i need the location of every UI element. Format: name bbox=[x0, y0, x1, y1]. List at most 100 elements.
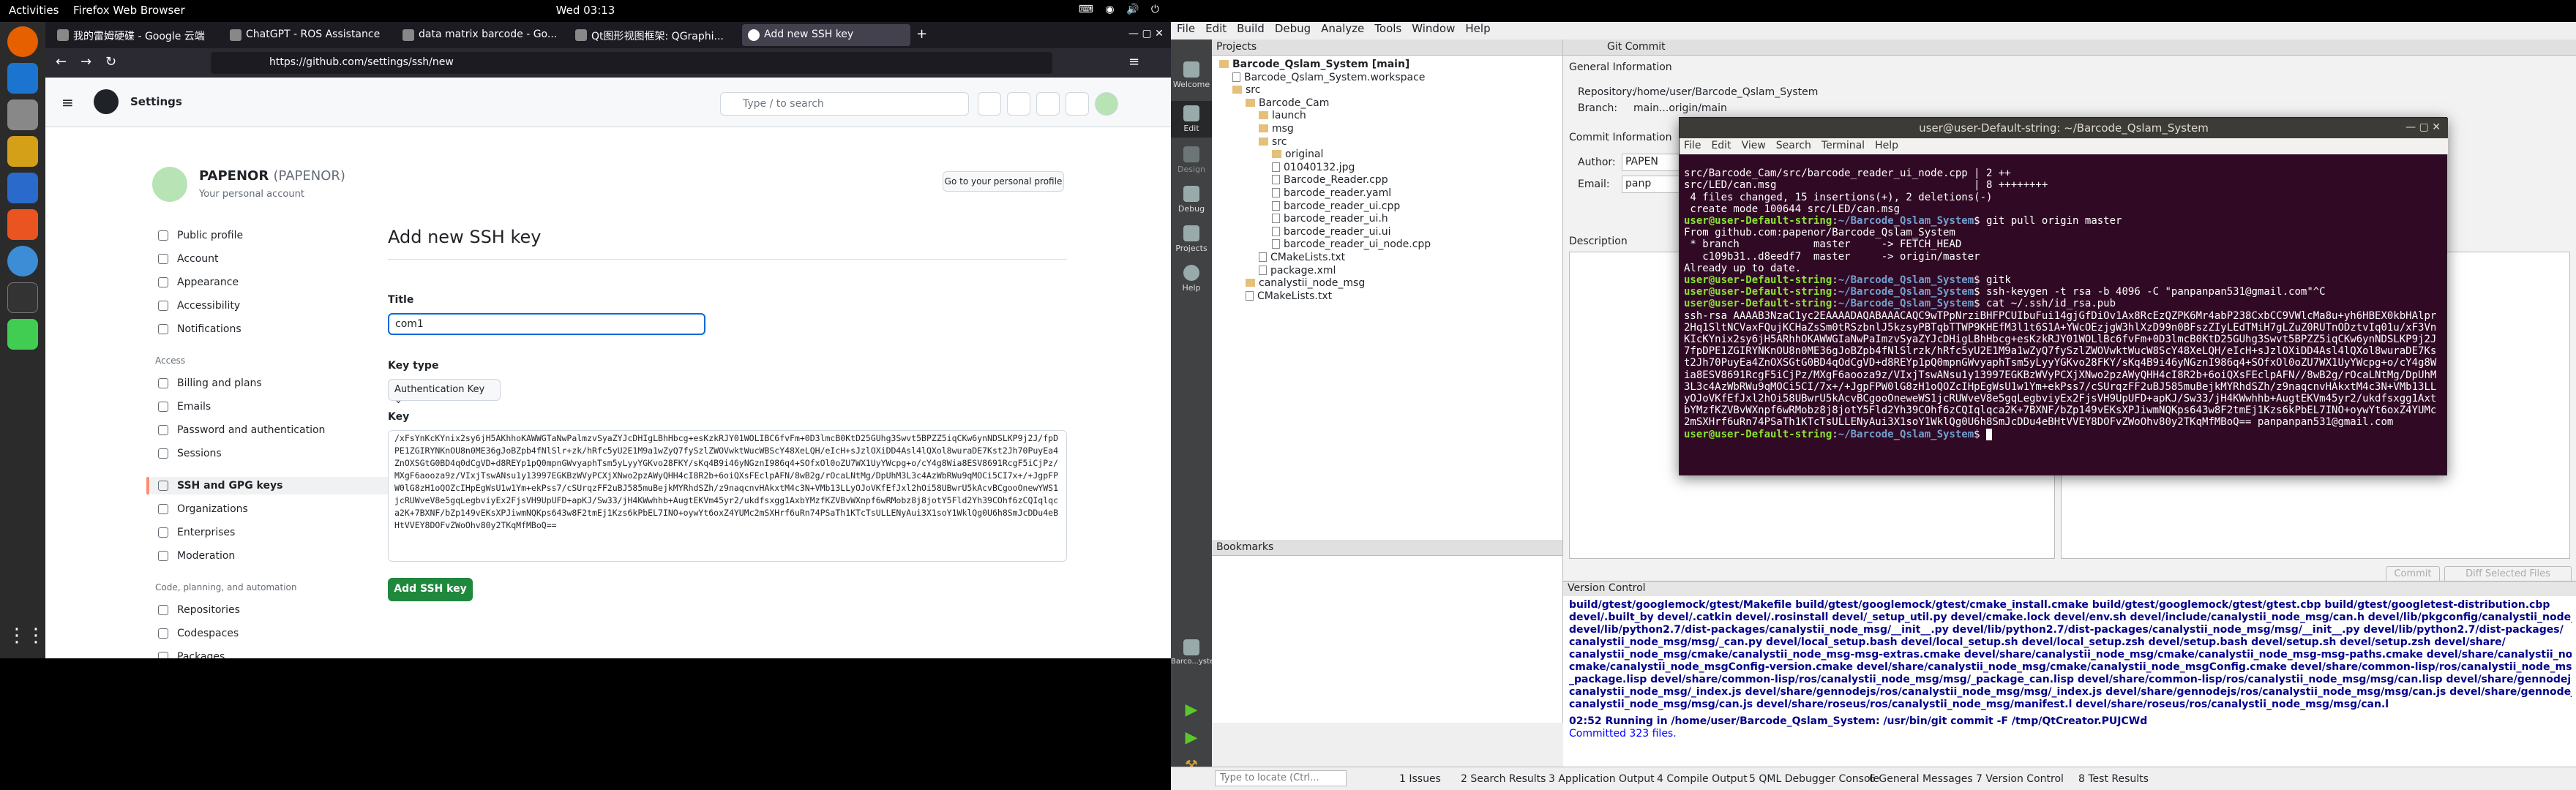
sidebar-item-ssh-gpg[interactable]: SSH and GPG keys bbox=[155, 480, 282, 492]
menu-help[interactable]: Help bbox=[1465, 22, 1490, 35]
show-apps-icon[interactable]: ⋮⋮ bbox=[7, 625, 45, 655]
new-tab-icon[interactable]: + bbox=[916, 26, 927, 42]
run-icon[interactable]: ▶ bbox=[1171, 701, 1212, 719]
tree-item[interactable]: src bbox=[1259, 136, 1287, 148]
help-icon[interactable] bbox=[7, 246, 38, 276]
system-tray-icons[interactable]: ⌨ ◉ 🔊 ⏻ bbox=[1079, 4, 1164, 15]
forward-icon[interactable]: → bbox=[80, 54, 91, 69]
sidebar-item-billing[interactable]: Billing and plans⌄ bbox=[155, 377, 427, 389]
term-menu-search[interactable]: Search bbox=[1776, 140, 1811, 151]
status-qml-console[interactable]: 5 QML Debugger Console bbox=[1749, 773, 1879, 785]
status-search-results[interactable]: 2 Search Results bbox=[1461, 773, 1546, 785]
tree-item[interactable]: CMakeLists.txt bbox=[1259, 252, 1345, 263]
menu-window[interactable]: Window bbox=[1412, 22, 1455, 35]
pulls-icon[interactable] bbox=[1036, 92, 1060, 116]
mode-edit[interactable]: Edit bbox=[1171, 101, 1212, 138]
qtcreator-icon[interactable] bbox=[7, 319, 38, 350]
tree-item[interactable]: Barcode_Cam bbox=[1246, 97, 1329, 109]
tree-item[interactable]: barcode_reader.yaml bbox=[1272, 187, 1391, 199]
sidebar-item-sessions[interactable]: Sessions bbox=[155, 448, 222, 459]
rhythmbox-icon[interactable] bbox=[7, 136, 38, 167]
terminal-icon[interactable] bbox=[7, 282, 38, 313]
tree-item[interactable]: barcode_reader_ui.ui bbox=[1272, 226, 1391, 238]
title-input[interactable]: com1 bbox=[388, 313, 705, 335]
locate-input[interactable]: Type to locate (Ctrl... bbox=[1215, 770, 1347, 786]
status-issues[interactable]: 1 Issues bbox=[1399, 773, 1441, 785]
key-type-select[interactable]: Authentication Key ⌄ bbox=[388, 379, 501, 406]
tree-item[interactable]: package.xml bbox=[1259, 265, 1336, 276]
github-logo-icon[interactable] bbox=[94, 89, 119, 114]
firefox-icon[interactable] bbox=[7, 26, 38, 57]
terminal-output[interactable]: src/Barcode_Cam/src/barcode_reader_ui_no… bbox=[1684, 156, 2442, 470]
kit-selector[interactable]: Barco...ystem bbox=[1171, 639, 1221, 666]
menu-build[interactable]: Build bbox=[1237, 22, 1265, 35]
status-test-results[interactable]: 8 Test Results bbox=[2078, 773, 2149, 785]
tab-google-search[interactable]: data matrix barcode - Go... bbox=[397, 24, 565, 46]
tree-item[interactable]: launch bbox=[1259, 110, 1306, 121]
tree-item[interactable]: CMakeLists.txt bbox=[1246, 290, 1332, 302]
tree-item[interactable]: canalystii_node_msg bbox=[1246, 277, 1365, 289]
user-avatar-icon[interactable] bbox=[1095, 92, 1118, 116]
menu-debug[interactable]: Debug bbox=[1275, 22, 1311, 35]
sidebar-item-account[interactable]: Account bbox=[155, 253, 219, 265]
email-input[interactable]: panp bbox=[1622, 176, 1688, 193]
tree-item[interactable]: Barcode_Reader.cpp bbox=[1272, 174, 1388, 186]
files-icon[interactable] bbox=[7, 99, 38, 130]
debug-run-icon[interactable]: ▶ bbox=[1171, 729, 1212, 747]
sidebar-item-repositories[interactable]: Repositories bbox=[155, 604, 240, 616]
tree-item[interactable]: barcode_reader_ui.cpp bbox=[1272, 200, 1400, 212]
tree-item[interactable]: Barcode_Qslam_System.workspace bbox=[1232, 72, 1425, 83]
diff-selected-button[interactable]: Diff Selected Files bbox=[2444, 566, 2572, 582]
tree-item[interactable]: barcode_reader_ui.h bbox=[1272, 213, 1388, 225]
mode-design[interactable]: Design bbox=[1171, 146, 1212, 174]
sidebar-item-codespaces[interactable]: Codespaces bbox=[155, 628, 239, 639]
plus-icon[interactable] bbox=[978, 92, 1001, 116]
menu-tools[interactable]: Tools bbox=[1374, 22, 1401, 35]
tree-item[interactable]: src bbox=[1232, 84, 1260, 96]
tree-item[interactable]: Barcode_Qslam_System [main] bbox=[1219, 59, 1409, 70]
search-input[interactable]: Type / to search bbox=[720, 92, 969, 116]
add-ssh-key-button[interactable]: Add SSH key bbox=[388, 578, 473, 601]
mode-welcome[interactable]: Welcome bbox=[1171, 61, 1212, 89]
tab-qt-docs[interactable]: Qt图形视图框架: QGraphi... bbox=[569, 24, 738, 46]
tree-item[interactable]: original bbox=[1272, 148, 1323, 160]
term-menu-help[interactable]: Help bbox=[1875, 140, 1898, 151]
tab-add-ssh-key[interactable]: Add new SSH key bbox=[742, 24, 910, 46]
term-menu-view[interactable]: View bbox=[1742, 140, 1766, 151]
writer-icon[interactable] bbox=[7, 173, 38, 203]
author-input[interactable]: PAPEN bbox=[1622, 154, 1688, 171]
thunderbird-icon[interactable] bbox=[7, 63, 38, 94]
sidebar-item-appearance[interactable]: Appearance bbox=[155, 276, 239, 288]
mode-help[interactable]: Help bbox=[1171, 265, 1212, 293]
sidebar-item-password[interactable]: Password and authentication bbox=[155, 424, 325, 436]
inbox-icon[interactable] bbox=[1066, 92, 1089, 116]
terminal-title[interactable]: user@user-Default-string: ~/Barcode_Qsla… bbox=[1680, 118, 2448, 138]
tree-item[interactable]: 01040132.jpg bbox=[1272, 162, 1355, 173]
tree-item[interactable]: msg bbox=[1259, 123, 1294, 135]
hamburger-icon[interactable]: ≡ bbox=[61, 94, 74, 111]
commit-button[interactable]: Commit bbox=[2386, 566, 2440, 582]
terminal-close-icon[interactable]: — ▢ ✕ bbox=[2405, 121, 2441, 133]
software-icon[interactable] bbox=[7, 209, 38, 240]
term-menu-file[interactable]: File bbox=[1684, 140, 1701, 151]
key-textarea[interactable]: /xFsYnKcKYnix2sy6jH5AKhhoKAWWGTaNwPalmzv… bbox=[388, 430, 1067, 562]
status-version-control[interactable]: 7 Version Control bbox=[1976, 773, 2064, 785]
back-icon[interactable]: ← bbox=[56, 54, 67, 69]
status-app-output[interactable]: 3 Application Output bbox=[1549, 773, 1655, 785]
mode-projects[interactable]: Projects bbox=[1171, 225, 1212, 253]
sidebar-item-notifications[interactable]: Notifications bbox=[155, 323, 242, 335]
clock[interactable]: Wed 03:13 bbox=[0, 4, 1171, 17]
tab-chatgpt[interactable]: ChatGPT - ROS Assistance bbox=[224, 24, 392, 46]
term-menu-edit[interactable]: Edit bbox=[1711, 140, 1731, 151]
go-profile-button[interactable]: Go to your personal profile bbox=[943, 171, 1064, 192]
mode-debug[interactable]: Debug bbox=[1171, 186, 1212, 214]
issues-icon[interactable] bbox=[1007, 92, 1030, 116]
tab-google-drive[interactable]: 我的雷姆硬碟 - Google 云端 bbox=[51, 24, 220, 46]
menu-file[interactable]: File bbox=[1177, 22, 1195, 35]
sidebar-item-packages[interactable]: Packages bbox=[155, 651, 225, 658]
status-compile-output[interactable]: 4 Compile Output bbox=[1657, 773, 1748, 785]
menu-icon[interactable]: ≡ bbox=[1128, 54, 1139, 69]
window-controls-icon[interactable]: — ▢ ✕ bbox=[1128, 28, 1164, 40]
menu-analyze[interactable]: Analyze bbox=[1321, 22, 1364, 35]
term-menu-terminal[interactable]: Terminal bbox=[1821, 140, 1865, 151]
